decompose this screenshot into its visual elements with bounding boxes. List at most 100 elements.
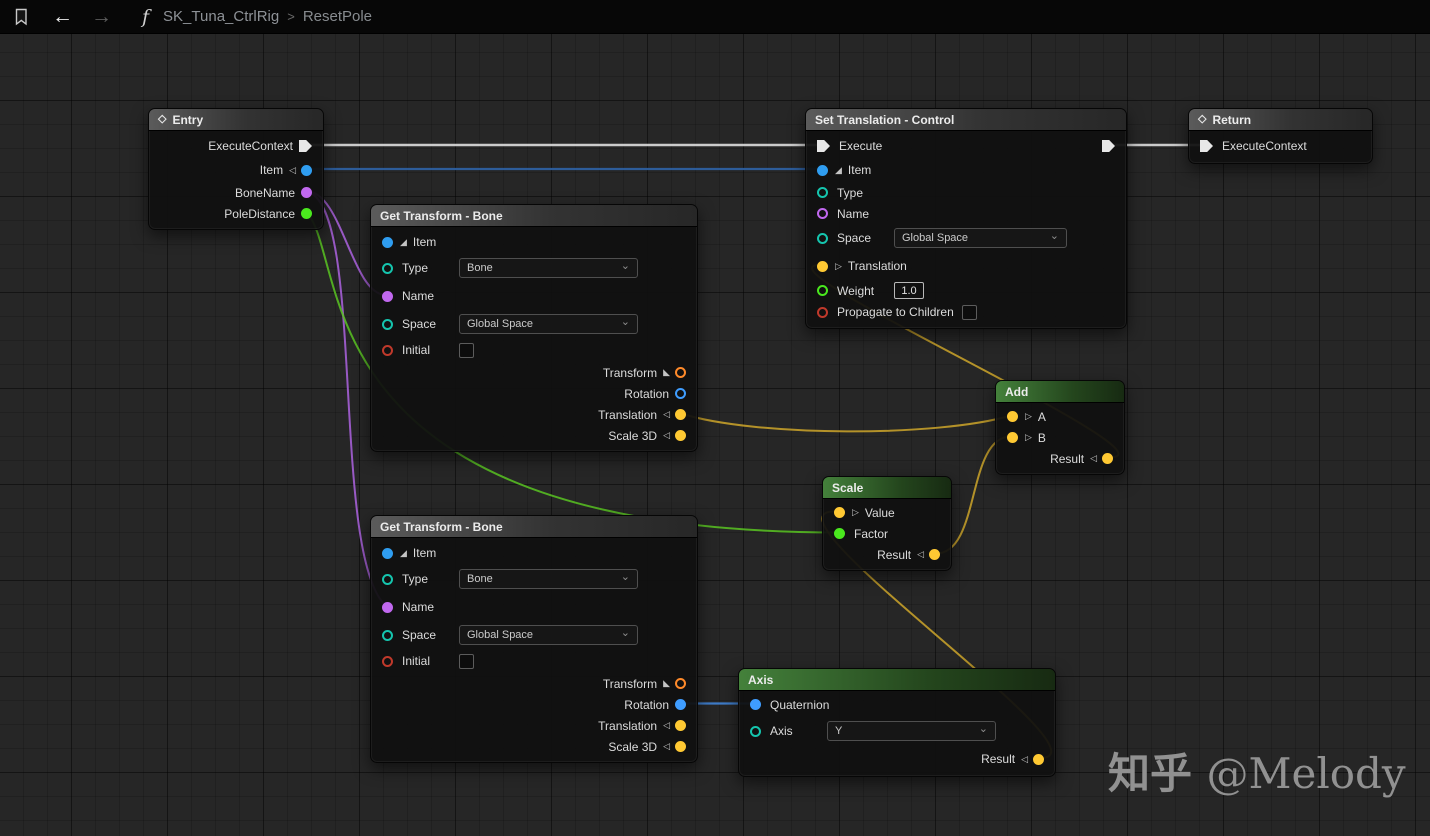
- translation-expander-icon[interactable]: ◁: [663, 410, 670, 419]
- weight-pin[interactable]: [817, 285, 828, 296]
- type-select[interactable]: Bone ⌄: [459, 258, 638, 278]
- pin-row-type: Type Bone ⌄: [371, 254, 697, 282]
- type-pin[interactable]: [382, 573, 393, 585]
- forward-button[interactable]: →: [91, 6, 112, 27]
- space-select[interactable]: Global Space ⌄: [459, 314, 638, 334]
- item-expander-icon[interactable]: ◢: [400, 237, 407, 247]
- node-return-header[interactable]: ◇ Return: [1189, 109, 1372, 131]
- space-pin[interactable]: [382, 629, 393, 641]
- node-return[interactable]: ◇ Return ExecuteContext: [1188, 108, 1373, 164]
- translation-expander-icon[interactable]: ▷: [835, 261, 842, 271]
- transform-expander-icon[interactable]: ◣: [663, 368, 670, 377]
- translation-label: Translation: [598, 718, 658, 733]
- translation-pin[interactable]: [817, 260, 828, 272]
- value-pin[interactable]: [834, 507, 845, 518]
- bookmark-icon[interactable]: [10, 6, 32, 28]
- pin-row-executecontext: ExecuteContext: [1189, 134, 1372, 158]
- b-pin[interactable]: [1007, 432, 1018, 443]
- node-add[interactable]: Add ▷ A ▷ B Result ◁: [995, 380, 1125, 475]
- item-pin[interactable]: [301, 164, 312, 176]
- result-expander-icon[interactable]: ◁: [917, 550, 924, 559]
- b-expander-icon[interactable]: ▷: [1025, 433, 1032, 442]
- pin-row-item: Item ◁: [149, 158, 323, 182]
- node-get-transform-bone-2[interactable]: Get Transform - Bone ◢ Item Type Bone ⌄ Name S…: [370, 515, 698, 763]
- name-pin[interactable]: [382, 290, 393, 302]
- breadcrumb-parent[interactable]: SK_Tuna_CtrlRig: [163, 8, 279, 25]
- value-expander-icon[interactable]: ▷: [852, 508, 859, 517]
- item-pin[interactable]: [817, 164, 828, 176]
- quaternion-pin[interactable]: [750, 699, 761, 710]
- pin-row-initial: Initial: [371, 338, 697, 362]
- result-pin[interactable]: [1102, 453, 1113, 464]
- axis-pin[interactable]: [750, 725, 761, 737]
- node-set-translation-header[interactable]: Set Translation - Control: [806, 109, 1126, 131]
- rotation-pin[interactable]: [675, 699, 686, 710]
- scale-3d-pin[interactable]: [675, 430, 686, 441]
- type-pin[interactable]: [817, 187, 828, 198]
- item-expander-icon[interactable]: ◢: [835, 165, 842, 175]
- executecontext-pin[interactable]: [1200, 140, 1213, 152]
- transform-pin[interactable]: [675, 367, 686, 378]
- space-select[interactable]: Global Space ⌄: [894, 228, 1067, 248]
- node-get-transform-header[interactable]: Get Transform - Bone: [371, 516, 697, 538]
- node-entry[interactable]: ◇ Entry ExecuteContext Item ◁ BoneName PoleD…: [148, 108, 324, 230]
- factor-pin[interactable]: [834, 528, 845, 539]
- result-pin[interactable]: [929, 549, 940, 560]
- bonename-pin[interactable]: [301, 187, 312, 198]
- type-pin[interactable]: [382, 262, 393, 274]
- a-pin[interactable]: [1007, 411, 1018, 422]
- translation-expander-icon[interactable]: ◁: [663, 721, 670, 730]
- item-pin[interactable]: [382, 547, 393, 559]
- node-entry-header[interactable]: ◇ Entry: [149, 109, 323, 131]
- transform-expander-icon[interactable]: ◣: [663, 679, 670, 688]
- name-pin[interactable]: [382, 601, 393, 613]
- translation-pin[interactable]: [675, 409, 686, 420]
- scale-3d-pin[interactable]: [675, 741, 686, 752]
- translation-pin[interactable]: [675, 720, 686, 731]
- item-label: Item: [412, 235, 437, 249]
- initial-pin[interactable]: [382, 344, 393, 356]
- a-expander-icon[interactable]: ▷: [1025, 412, 1032, 421]
- rotation-pin[interactable]: [675, 388, 686, 399]
- node-axis-header[interactable]: Axis: [739, 669, 1055, 691]
- execute-out-pin[interactable]: [1102, 140, 1115, 152]
- item-label: Item: [412, 546, 437, 560]
- initial-checkbox[interactable]: [459, 653, 474, 669]
- type-select[interactable]: Bone ⌄: [459, 569, 638, 589]
- node-title: Get Transform - Bone: [380, 208, 503, 223]
- node-scale-header[interactable]: Scale: [823, 477, 951, 499]
- back-button[interactable]: ←: [52, 6, 73, 27]
- space-pin[interactable]: [382, 318, 393, 330]
- scale-3d-expander-icon[interactable]: ◁: [663, 431, 670, 440]
- node-axis[interactable]: Axis Quaternion Axis Y ⌄ Result ◁: [738, 668, 1056, 777]
- name-pin[interactable]: [817, 208, 828, 219]
- executecontext-pin[interactable]: [299, 140, 312, 152]
- result-pin[interactable]: [1033, 753, 1044, 765]
- breadcrumb-current[interactable]: ResetPole: [303, 8, 372, 25]
- result-expander-icon[interactable]: ◁: [1090, 454, 1097, 463]
- propagate-to-children-pin[interactable]: [817, 306, 828, 318]
- axis-label: Axis: [770, 724, 793, 738]
- result-expander-icon[interactable]: ◁: [1021, 754, 1028, 764]
- poledistance-pin[interactable]: [301, 208, 312, 219]
- transform-label: Transform: [602, 365, 658, 380]
- node-get-transform-header[interactable]: Get Transform - Bone: [371, 205, 697, 227]
- item-expander-icon[interactable]: ◢: [400, 548, 407, 558]
- space-pin[interactable]: [817, 232, 828, 244]
- execute-pin[interactable]: [817, 140, 830, 152]
- weight-value-field[interactable]: 1.0: [894, 282, 924, 299]
- propagate-to-children-checkbox[interactable]: [961, 304, 977, 320]
- node-set-translation-control[interactable]: Set Translation - Control Execute ◢ Item Ty…: [805, 108, 1127, 329]
- item-pin[interactable]: [382, 236, 393, 248]
- axis-select[interactable]: Y ⌄: [827, 721, 996, 741]
- space-select[interactable]: Global Space ⌄: [459, 625, 638, 645]
- item-expander-icon[interactable]: ◁: [289, 165, 296, 175]
- transform-pin[interactable]: [675, 678, 686, 689]
- scale-3d-expander-icon[interactable]: ◁: [663, 742, 670, 751]
- executecontext-label: ExecuteContext: [208, 139, 293, 153]
- initial-pin[interactable]: [382, 655, 393, 667]
- node-add-header[interactable]: Add: [996, 381, 1124, 403]
- node-get-transform-bone-1[interactable]: Get Transform - Bone ◢ Item Type Bone ⌄ Name S…: [370, 204, 698, 452]
- initial-checkbox[interactable]: [459, 342, 474, 358]
- node-scale[interactable]: Scale ▷ Value Factor Result ◁: [822, 476, 952, 571]
